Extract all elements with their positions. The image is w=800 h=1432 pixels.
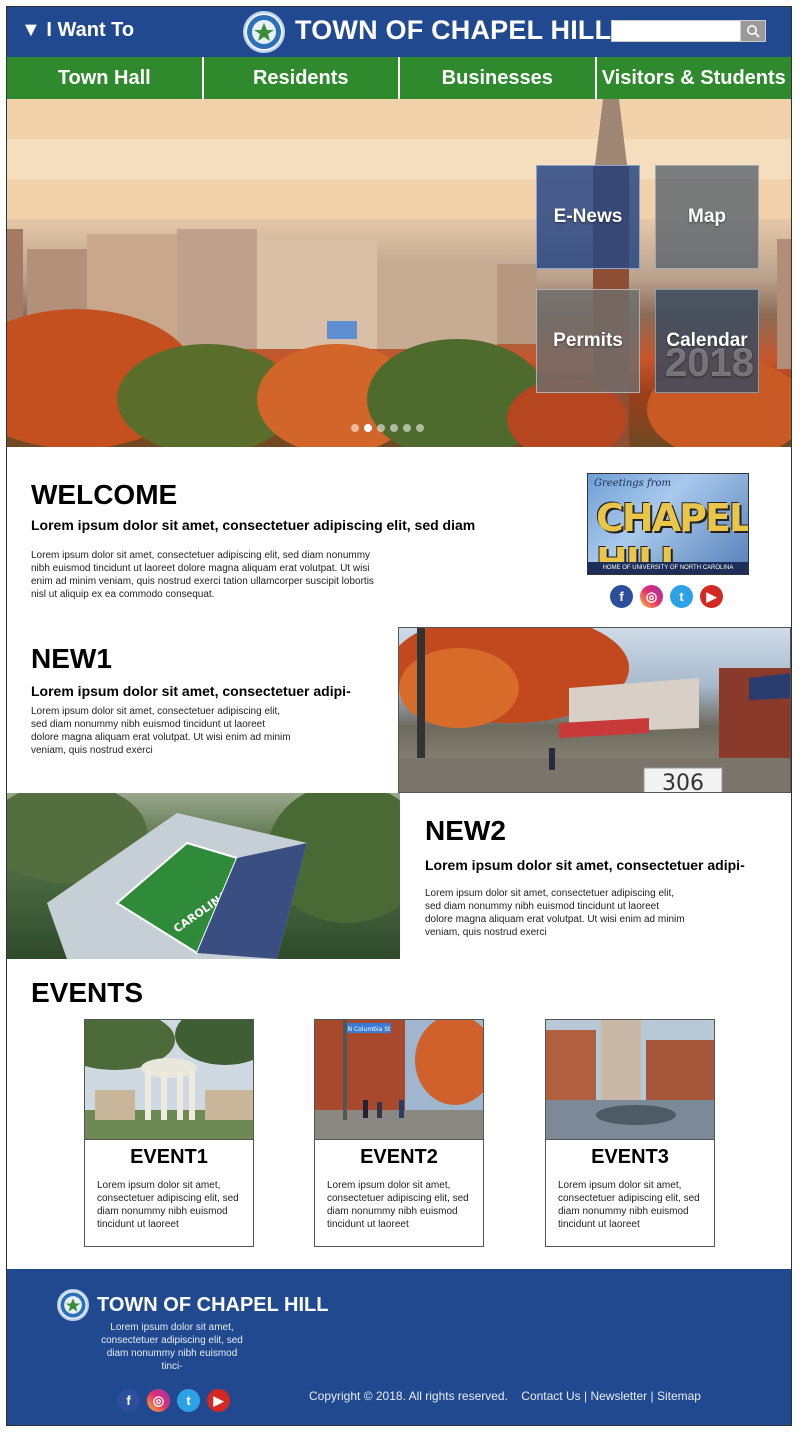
carousel-dots xyxy=(351,424,424,432)
footer-brand[interactable]: TOWN OF CHAPEL HILL xyxy=(97,1294,328,1317)
tile-calendar[interactable]: 2018 Calendar xyxy=(655,289,759,393)
footer-copyright-row: Copyright © 2018. All rights reserved. C… xyxy=(309,1389,701,1403)
event-card-3[interactable]: EVENT3 Lorem ipsum dolor sit amet, conse… xyxy=(545,1019,715,1247)
site-brand[interactable]: TOWN OF CHAPEL HILL xyxy=(295,15,611,46)
event3-image xyxy=(546,1020,714,1140)
new2-subtitle: Lorem ipsum dolor sit amet, consectetuer… xyxy=(425,857,745,873)
event1-desc: Lorem ipsum dolor sit amet, consectetuer… xyxy=(97,1180,239,1230)
event-card-1[interactable]: EVENT1 Lorem ipsum dolor sit amet, conse… xyxy=(84,1019,254,1247)
event3-title: EVENT3 xyxy=(591,1146,669,1168)
nav-item-businesses[interactable]: Businesses xyxy=(400,57,597,99)
twitter-icon[interactable]: t xyxy=(670,585,693,608)
new2-title[interactable]: NEW2 xyxy=(425,815,506,847)
sitemap-link[interactable]: Sitemap xyxy=(657,1389,701,1403)
event-card-2[interactable]: N Columbia St EVENT2 Lorem ipsum dolor s… xyxy=(314,1019,484,1247)
new1-title[interactable]: NEW1 xyxy=(31,643,112,675)
event2-title: EVENT2 xyxy=(360,1146,438,1168)
footer-description: Lorem ipsum dolor sit amet, consectetuer… xyxy=(101,1322,243,1372)
carousel-dot[interactable] xyxy=(364,424,372,432)
stadium-aerial-image[interactable]: CAROLINA xyxy=(7,793,400,959)
search-icon xyxy=(747,25,760,38)
downtown-street-image[interactable]: 306 xyxy=(398,627,791,793)
contact-us-link[interactable]: Contact Us xyxy=(521,1389,580,1403)
carousel-dot[interactable] xyxy=(403,424,411,432)
tile-map[interactable]: Map xyxy=(655,165,759,269)
youtube-icon[interactable]: ▶ xyxy=(700,585,723,608)
footer-separator: | xyxy=(650,1389,654,1403)
footer: TOWN OF CHAPEL HILL Lorem ipsum dolor si… xyxy=(7,1269,791,1425)
town-seal-icon[interactable] xyxy=(243,11,285,53)
event3-desc: Lorem ipsum dolor sit amet, consectetuer… xyxy=(558,1180,700,1230)
main-nav: Town Hall Residents Businesses Visitors … xyxy=(7,57,791,99)
tile-calendar-label: Calendar xyxy=(666,330,748,351)
event2-desc: Lorem ipsum dolor sit amet, consectetuer… xyxy=(327,1180,469,1230)
welcome-social-links: f ◎ t ▶ xyxy=(610,585,723,608)
carousel-dot[interactable] xyxy=(351,424,359,432)
chapel-hill-postcard-image: Greetings from CHAPEL HILL HOME OF UNIVE… xyxy=(587,473,749,575)
carousel-dot[interactable] xyxy=(416,424,424,432)
news-section-1: NEW1 Lorem ipsum dolor sit amet, consect… xyxy=(7,627,791,793)
facebook-icon[interactable]: f xyxy=(610,585,633,608)
carousel-dot[interactable] xyxy=(377,424,385,432)
welcome-subtitle: Lorem ipsum dolor sit amet, consectetuer… xyxy=(31,517,476,533)
tile-permits-label: Permits xyxy=(553,330,623,351)
event2-image: N Columbia St xyxy=(315,1020,483,1140)
search-button[interactable] xyxy=(740,20,766,42)
news-section-2: CAROLINA NEW2 Lorem ipsum dolor sit amet… xyxy=(7,793,791,959)
twitter-icon[interactable]: t xyxy=(177,1389,200,1412)
newsletter-link[interactable]: Newsletter xyxy=(590,1389,647,1403)
welcome-body: Lorem ipsum dolor sit amet, consectetuer… xyxy=(31,550,374,600)
instagram-icon[interactable]: ◎ xyxy=(147,1389,170,1412)
youtube-icon[interactable]: ▶ xyxy=(207,1389,230,1412)
footer-town-seal-icon[interactable] xyxy=(57,1289,89,1321)
instagram-icon[interactable]: ◎ xyxy=(640,585,663,608)
event1-title: EVENT1 xyxy=(130,1146,208,1168)
footer-separator: | xyxy=(583,1389,588,1403)
nav-item-visitors-students[interactable]: Visitors & Students xyxy=(597,57,792,99)
copyright-text: Copyright © 2018. All rights reserved. xyxy=(309,1389,508,1403)
street-sign-number: 306 xyxy=(662,771,704,793)
nav-item-town-hall[interactable]: Town Hall xyxy=(7,57,204,99)
new1-body: Lorem ipsum dolor sit amet, consectetuer… xyxy=(31,706,291,756)
carousel-dot[interactable] xyxy=(390,424,398,432)
tile-map-label: Map xyxy=(688,206,726,227)
nav-item-residents[interactable]: Residents xyxy=(204,57,400,99)
tile-enews[interactable]: E-News xyxy=(536,165,640,269)
event2-street-sign: N Columbia St xyxy=(348,1026,391,1033)
postcard-caption: HOME OF UNIVERSITY OF NORTH CAROLINA xyxy=(588,562,748,574)
hero-cityscape-image xyxy=(7,99,791,447)
facebook-icon[interactable]: f xyxy=(117,1389,140,1412)
footer-social-links: f ◎ t ▶ xyxy=(117,1389,230,1412)
page-frame: ▼ I Want To TOWN OF CHAPEL HILL Town Hal… xyxy=(6,6,792,1426)
tile-enews-label: E-News xyxy=(553,206,623,227)
welcome-section: WELCOME Lorem ipsum dolor sit amet, cons… xyxy=(7,447,791,627)
postcard-greeting: Greetings from xyxy=(594,478,671,489)
search-input[interactable] xyxy=(611,20,741,42)
i-want-to-menu[interactable]: ▼ I Want To xyxy=(21,19,134,42)
hero-carousel[interactable]: E-News Map Permits 2018 Calendar xyxy=(7,99,791,447)
welcome-title: WELCOME xyxy=(31,479,178,510)
new2-body: Lorem ipsum dolor sit amet, consectetuer… xyxy=(425,888,685,938)
new1-subtitle: Lorem ipsum dolor sit amet, consectetuer… xyxy=(31,683,351,699)
tile-permits[interactable]: Permits xyxy=(536,289,640,393)
events-title: EVENTS xyxy=(31,977,144,1008)
event1-image xyxy=(85,1020,253,1140)
events-section: EVENTS EVENT1 Lorem ipsum dolor sit amet… xyxy=(7,959,791,1269)
header-bar: ▼ I Want To TOWN OF CHAPEL HILL xyxy=(7,7,791,57)
